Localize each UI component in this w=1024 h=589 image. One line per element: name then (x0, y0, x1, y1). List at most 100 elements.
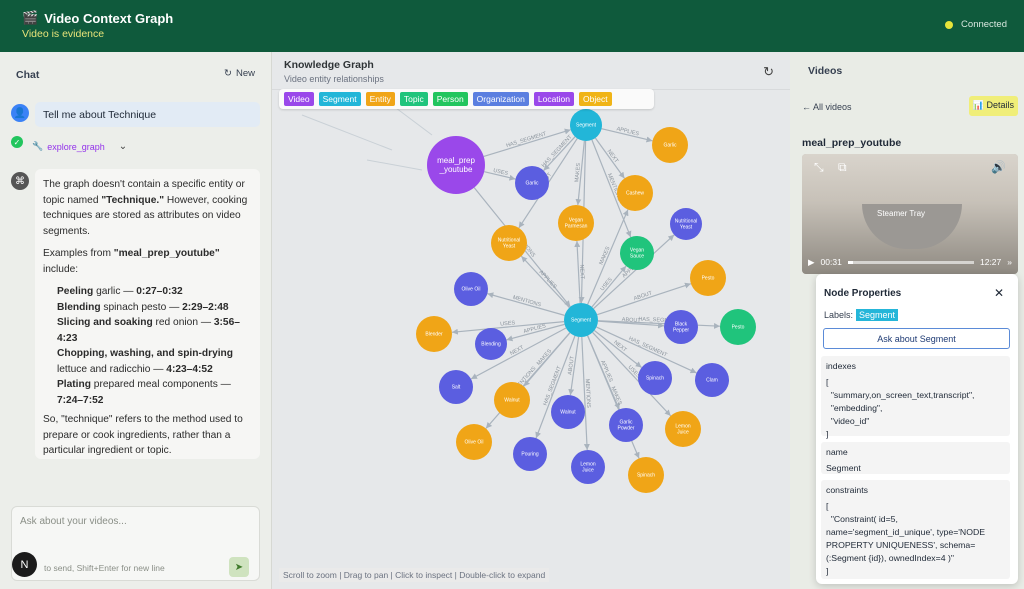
assistant-intro: The graph doesn't contain a specific ent… (43, 177, 252, 239)
clapper-icon: 🎬 (22, 10, 39, 25)
volume-icon[interactable]: 🔊 (991, 160, 1006, 174)
edge-label: MAKES (610, 386, 623, 406)
graph-edge (487, 292, 565, 316)
graph-edge (591, 265, 627, 308)
list-item: Chopping, washing, and spin-drying lettu… (57, 348, 234, 375)
graph-node-lemon2[interactable]: LemonJuice (665, 411, 701, 447)
graph-node-pesto1[interactable]: Pesto (690, 260, 726, 296)
chat-input[interactable]: Ask about your videos... to send, Shift+… (11, 506, 260, 581)
assistant-conclusion: So, "technique" refers to the method use… (43, 414, 243, 456)
graph-node-label: _youtube (439, 165, 473, 174)
graph-node-seg2[interactable]: Segment (564, 303, 598, 337)
graph-node-vegan_sauce[interactable]: VeganSauce (620, 236, 654, 270)
graph-node-vegan_parm[interactable]: VeganParmesan (558, 205, 594, 241)
legend-chip-person[interactable]: Person (432, 92, 468, 106)
graph-node-label: Olive Oil (462, 287, 481, 293)
legend-chip-video[interactable]: Video (284, 92, 314, 106)
user-message: Tell me about Technique (35, 102, 260, 127)
graph-node-olive2[interactable]: Olive Oil (456, 424, 492, 460)
graph-node-olive1[interactable]: Olive Oil (454, 272, 488, 306)
skip-forward-icon[interactable]: » (1007, 257, 1012, 267)
legend-chip-entity[interactable]: Entity (365, 92, 395, 106)
graph-node-blending[interactable]: Blending (475, 328, 507, 360)
edge-label: MAKES (536, 348, 553, 367)
app-subtitle: Video is evidence (22, 28, 105, 40)
graph-node-pouring[interactable]: Pouring (513, 437, 547, 471)
graph-node-spinach2[interactable]: Spinach (628, 457, 664, 493)
legend-chip-location[interactable]: Location (533, 92, 575, 106)
legend-chip-topic[interactable]: Topic (399, 92, 428, 106)
details-button[interactable]: 📊 Details (968, 96, 1018, 116)
user-avatar-icon: 👤 (11, 104, 29, 122)
refresh-icon: ↻ (224, 68, 232, 79)
close-icon[interactable]: ✕ (994, 286, 1004, 300)
graph-node-garlic1[interactable]: Garlic (652, 127, 688, 163)
graph-node-walnut2[interactable]: Walnut (551, 395, 585, 429)
connection-status-text: Connected (961, 19, 1007, 30)
graph-node-label: Walnut (560, 410, 576, 416)
chat-panel: Chat ↻ New 👤 Tell me about Technique ✓ 🔧… (0, 52, 272, 589)
intro-bold: "Technique." (101, 194, 165, 206)
graph-node-seg1[interactable]: Segment (570, 109, 602, 141)
graph-title: Knowledge Graph (284, 59, 374, 71)
property-name: name Segment (821, 442, 1010, 474)
graph-edge (366, 159, 423, 171)
graph-node-label: Pepper (673, 328, 689, 334)
graph-node-nutr1[interactable]: NutritionalYeast (491, 225, 527, 261)
list-item: Blending spinach pesto — 2:29–2:48 (57, 301, 229, 313)
fullscreen-icon[interactable]: ⤡ (814, 160, 824, 175)
seek-bar[interactable] (847, 260, 974, 264)
graph-node-clam[interactable]: Clam (695, 363, 729, 397)
graph-node-label: Yeast (680, 225, 693, 231)
user-badge[interactable]: N (12, 552, 37, 577)
graph-node-salt[interactable]: Salt (439, 370, 473, 404)
graph-node-blackpep[interactable]: BlackPepper (664, 310, 698, 344)
graph-node-label: Pesto (702, 276, 715, 282)
graph-node-label: meal_prep (437, 156, 475, 165)
reset-graph-button[interactable]: ↻ (763, 64, 774, 80)
play-icon[interactable]: ▶ (808, 257, 815, 268)
graph-node-cashew[interactable]: Cashew (617, 175, 653, 211)
legend-chip-segment[interactable]: Segment (318, 92, 361, 106)
graph-node-walnut1[interactable]: Walnut (494, 382, 530, 418)
graph-node-garlic_pw[interactable]: GarlicPowder (609, 408, 643, 442)
graph-node-label: Parmesan (565, 224, 588, 230)
chat-input-placeholder: Ask about your videos... (20, 516, 127, 527)
graph-node-label: Sauce (630, 254, 644, 260)
refresh-icon: ↻ (763, 64, 774, 79)
graph-node-label: Garlic (663, 143, 677, 149)
video-caption: Steamer Tray (877, 209, 926, 218)
graph-node-label: Blending (481, 342, 501, 348)
property-indexes: indexes [ "summary,on_screen_text,transc… (821, 356, 1010, 439)
graph-node-garlic2[interactable]: Garlic (515, 166, 549, 200)
legend-chip-object[interactable]: Object (579, 92, 612, 106)
edge-label: APPLIES (616, 126, 640, 137)
graph-node-lemon1[interactable]: LemonJuice (571, 450, 605, 484)
graph-node-spinach1[interactable]: Spinach (638, 361, 672, 395)
graph-edge (391, 104, 433, 136)
edge-label: HAS_SEGMENT (628, 336, 669, 359)
property-key: constraints (826, 485, 869, 495)
graph-node-video[interactable]: meal_prep_youtube (427, 136, 485, 194)
graph-node-pesto2[interactable]: Pesto (720, 309, 756, 345)
examples-text: Examples from (43, 248, 114, 259)
all-videos-link[interactable]: ← All videos (802, 102, 852, 112)
connection-status: Connected (945, 19, 1007, 30)
examples-bold: "meal_prep_youtube" (113, 248, 220, 259)
edge-label: ABOUT (633, 290, 653, 302)
node-labels: Labels: Segment (824, 309, 899, 321)
graph-node-nutr2[interactable]: NutritionalYeast (670, 208, 702, 240)
chat-title: Chat (16, 69, 40, 81)
seek-bar-fill (847, 260, 853, 264)
graph-node-blender[interactable]: Blender (416, 316, 452, 352)
new-chat-button[interactable]: ↻ New (224, 68, 255, 79)
pip-icon[interactable]: ⧉ (838, 160, 847, 175)
graph-canvas[interactable]: HAS_SEGMENTMENTIONSUSESAPPLIESNEXTMAKESA… (272, 90, 790, 589)
tool-call-explore-graph[interactable]: 🔧 explore_graph ⌄ (32, 141, 127, 152)
knowledge-graph-panel: Knowledge Graph Video entity relationshi… (272, 52, 790, 589)
send-button[interactable]: ➤ (229, 557, 249, 577)
video-player[interactable]: Steamer Tray ⤡ ⧉ 🔊 ▶ 00:31 12:27 » (802, 154, 1018, 274)
legend-chip-organization[interactable]: Organization (472, 92, 529, 106)
ask-about-node-button[interactable]: Ask about Segment (823, 328, 1010, 349)
graph-legend: Video Segment Entity Topic Person Organizatio… (279, 89, 654, 109)
